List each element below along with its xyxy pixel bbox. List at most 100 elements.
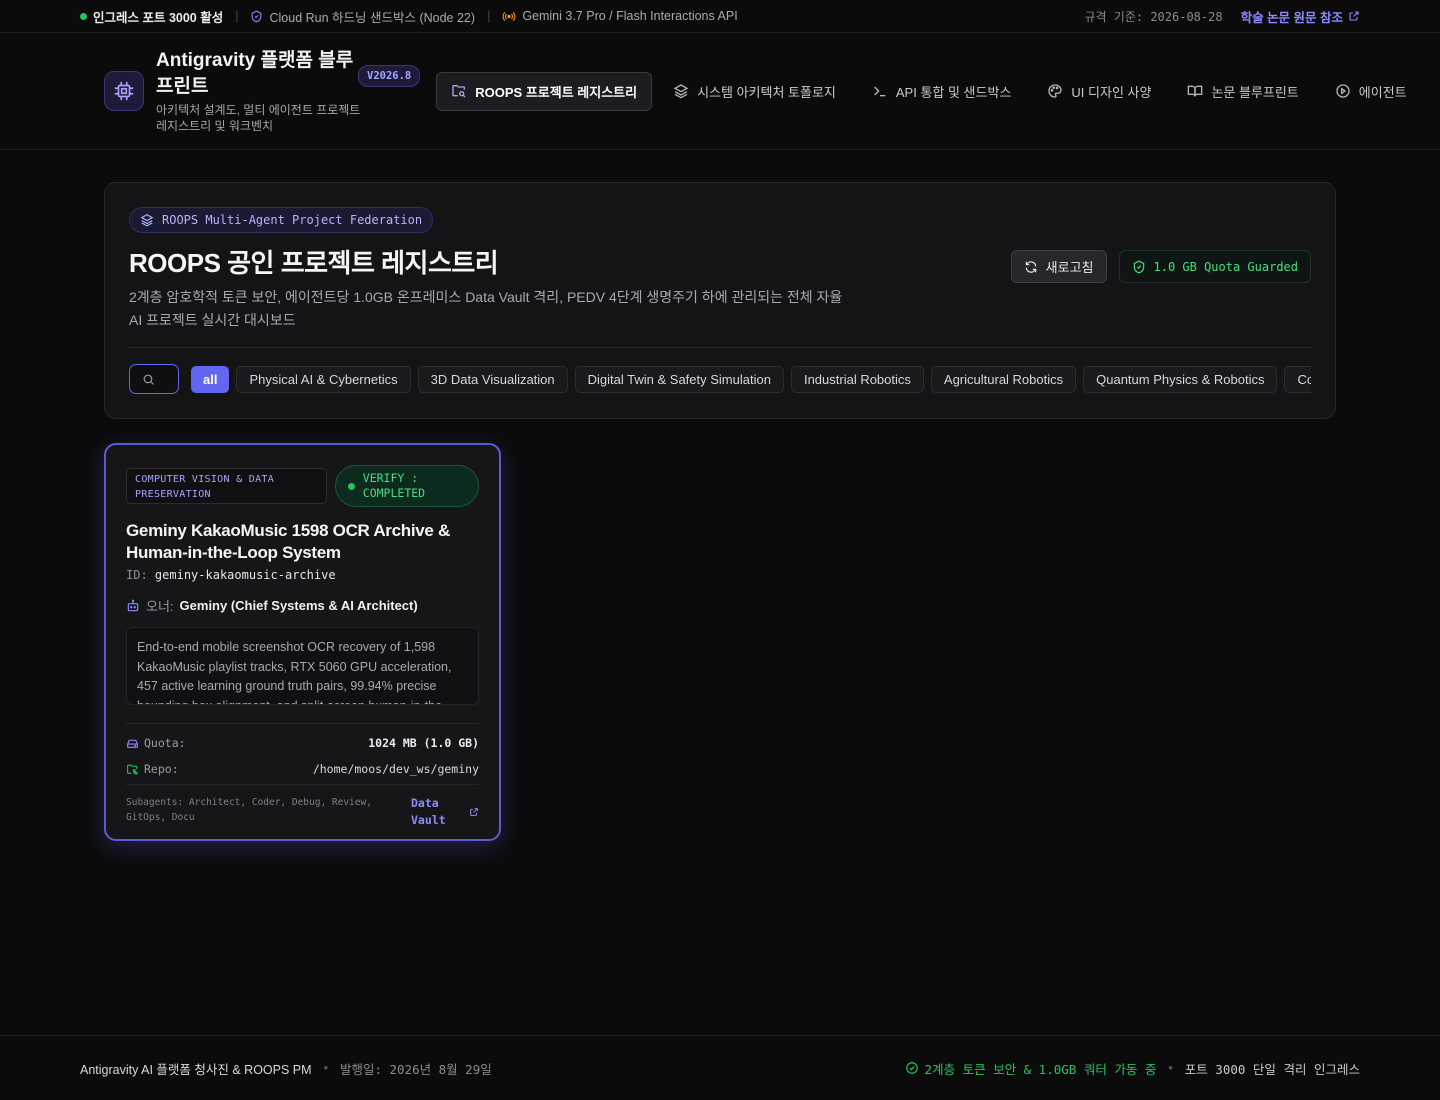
- quota-guard-label: 1.0 GB Quota Guarded: [1153, 259, 1299, 274]
- divider: |: [487, 9, 491, 23]
- chip-logo-icon: [104, 71, 144, 111]
- external-link-icon: [470, 808, 478, 816]
- filter-chip-all[interactable]: all: [191, 365, 230, 393]
- paper-reference-label: 학술 논문 원문 참조: [1240, 10, 1343, 25]
- repo-value: /home/moos/dev_ws/geminy: [312, 762, 479, 776]
- tab-label: UI 디자인 사양: [1071, 84, 1152, 100]
- footer-port: 포트 3000 단일 격리 인그레스: [1184, 1061, 1360, 1077]
- status-dot-icon: [347, 482, 355, 490]
- shield-check-icon: [1133, 260, 1144, 273]
- footer-security-status: 2계층 토큰 보안 & 1.0GB 쿼터 가동 중: [905, 1059, 1157, 1078]
- search-input[interactable]: [129, 364, 179, 394]
- bot-icon: [127, 599, 139, 611]
- project-id-label: ID:: [126, 568, 148, 582]
- filter-chip[interactable]: Industrial Robotics: [790, 365, 924, 393]
- repo-label: Repo:: [144, 762, 179, 776]
- divider: •: [323, 1061, 328, 1075]
- book-icon: [1188, 85, 1203, 97]
- spec-date: 규격 기준: 2026-08-28: [1084, 9, 1223, 24]
- footer-brand: Antigravity AI 플랫폼 청사진 & ROOPS PM: [80, 1062, 312, 1077]
- tab-label: 에이전트: [1358, 84, 1407, 100]
- filter-chip[interactable]: 3D Data Visualization: [417, 365, 568, 393]
- project-id-value: geminy-kakaomusic-archive: [154, 568, 336, 582]
- refresh-icon: [1025, 260, 1036, 273]
- check-circle-icon: [905, 1062, 918, 1074]
- quota-label: Quota:: [144, 736, 186, 750]
- registry-panel: ROOPS Multi-Agent Project Federation ROO…: [104, 182, 1336, 419]
- tab-ui-design[interactable]: UI 디자인 사양: [1032, 72, 1166, 111]
- sandbox-status: Cloud Run 하드닝 샌드박스 (Node 22): [250, 7, 475, 26]
- folder-git-icon: [127, 764, 138, 775]
- tab-label: 시스템 아키텍처 토폴로지: [697, 84, 836, 100]
- tab-label: ROOPS 프로젝트 레지스트리: [475, 84, 638, 100]
- external-link-icon: [1349, 11, 1359, 21]
- footer-date: 발행일: 2026년 8월 29일: [339, 1061, 492, 1077]
- tab-label: API 통합 및 샌드박스: [895, 84, 1012, 100]
- filter-chip[interactable]: Digital Twin & Safety Simulation: [574, 365, 784, 393]
- layers-icon: [140, 214, 154, 227]
- quota-guard-badge: 1.0 GB Quota Guarded: [1118, 250, 1311, 283]
- divider: [126, 723, 479, 724]
- quota-row: Quota: 1024 MB (1.0 GB): [126, 736, 479, 750]
- broadcast-icon: [502, 11, 516, 21]
- footer-security-text: 2계층 토큰 보안 & 1.0GB 쿼터 가동 중: [924, 1061, 1157, 1077]
- verify-status-badge: VERIFY : COMPLETED: [334, 465, 479, 507]
- ingress-status: 인그레스 포트 3000 활성: [80, 7, 223, 26]
- tab-architecture-topology[interactable]: 시스템 아키텍처 토폴로지: [658, 72, 851, 111]
- owner-label: 오너:: [146, 599, 174, 614]
- data-vault-link[interactable]: Data Vault: [411, 795, 479, 829]
- tab-api-sandbox[interactable]: API 통합 및 샌드박스: [857, 72, 1027, 111]
- footer: Antigravity AI 플랫폼 청사진 & ROOPS PM • 발행일:…: [0, 1035, 1440, 1100]
- play-circle-icon: [1336, 84, 1350, 98]
- paper-reference-link[interactable]: 학술 논문 원문 참조: [1241, 7, 1360, 26]
- model-status-text: Gemini 3.7 Pro / Flash Interactions API: [522, 9, 738, 23]
- ingress-status-text: 인그레스 포트 3000 활성: [93, 10, 224, 25]
- layers-icon: [673, 84, 689, 99]
- tab-project-registry[interactable]: ROOPS 프로젝트 레지스트리: [436, 71, 653, 111]
- version-badge: V2026.8: [358, 65, 421, 87]
- hard-drive-icon: [127, 739, 138, 748]
- quota-value: 1024 MB (1.0 GB): [368, 736, 479, 750]
- tab-agent[interactable]: 에이전트: [1320, 72, 1422, 111]
- status-bar: 인그레스 포트 3000 활성 | Cloud Run 하드닝 샌드박스 (No…: [0, 0, 1440, 33]
- brand: Antigravity 플랫폼 블루프린트 아키텍처 설계도, 멀티 에이전트 …: [104, 48, 366, 134]
- filter-chip[interactable]: Physical AI & Cybernetics: [236, 365, 411, 393]
- divider: |: [235, 9, 239, 23]
- project-owner: 오너: Geminy (Chief Systems & AI Architect…: [126, 596, 479, 615]
- filter-chip[interactable]: Agricultural Robotics: [930, 365, 1077, 393]
- verify-status-text: VERIFY : COMPLETED: [362, 471, 426, 500]
- repo-row: Repo: /home/moos/dev_ws/geminy: [126, 762, 479, 776]
- palette-icon: [1048, 84, 1063, 98]
- page-description: 2계층 암호학적 토큰 보안, 에이전트당 1.0GB 온프레미스 Data V…: [129, 289, 843, 328]
- terminal-icon: [874, 86, 886, 97]
- category-filter-bar: all Physical AI & Cybernetics 3D Data Vi…: [129, 364, 1311, 394]
- brand-subtitle: 아키텍처 설계도, 멀티 에이전트 프로젝트 레지스트리 및 워크벤치: [156, 103, 361, 133]
- brand-title: Antigravity 플랫폼 블루프린트: [156, 50, 354, 97]
- filter-chip[interactable]: Comp: [1284, 365, 1311, 393]
- tab-paper-blueprint[interactable]: 논문 블루프린트: [1172, 72, 1313, 111]
- folder-search-icon: [452, 85, 466, 98]
- status-dot-icon: [80, 12, 87, 20]
- divider: [129, 347, 1311, 348]
- model-status: Gemini 3.7 Pro / Flash Interactions API: [502, 9, 738, 23]
- project-id: ID: geminy-kakaomusic-archive: [126, 568, 479, 582]
- owner-value: Geminy (Chief Systems & AI Architect): [179, 598, 418, 613]
- divider: [126, 784, 479, 785]
- federation-label: ROOPS Multi-Agent Project Federation: [162, 213, 423, 227]
- shield-icon: [252, 9, 262, 22]
- project-title: Geminy KakaoMusic 1598 OCR Archive & Hum…: [126, 521, 450, 562]
- filter-chip[interactable]: Quantum Physics & Robotics: [1083, 365, 1278, 393]
- tab-label: 논문 블루프린트: [1211, 84, 1299, 100]
- app-header: Antigravity 플랫폼 블루프린트 아키텍처 설계도, 멀티 에이전트 …: [0, 33, 1440, 150]
- project-description: End-to-end mobile screenshot OCR recover…: [126, 627, 479, 705]
- category-badge: COMPUTER VISION & DATA PRESERVATION: [126, 468, 327, 504]
- data-vault-label: Data Vault: [411, 796, 446, 827]
- search-icon: [143, 374, 154, 385]
- main-nav: ROOPS 프로젝트 레지스트리 시스템 아키텍처 토폴로지 API 통합 및 …: [436, 71, 1422, 111]
- refresh-button[interactable]: 새로고침: [1010, 250, 1107, 283]
- sandbox-status-text: Cloud Run 하드닝 샌드박스 (Node 22): [269, 10, 476, 25]
- project-card[interactable]: COMPUTER VISION & DATA PRESERVATION VERI…: [104, 443, 501, 841]
- subagents-list: Subagents: Architect, Coder, Debug, Revi…: [126, 797, 372, 823]
- divider: •: [1168, 1061, 1173, 1075]
- federation-badge: ROOPS Multi-Agent Project Federation: [129, 207, 434, 233]
